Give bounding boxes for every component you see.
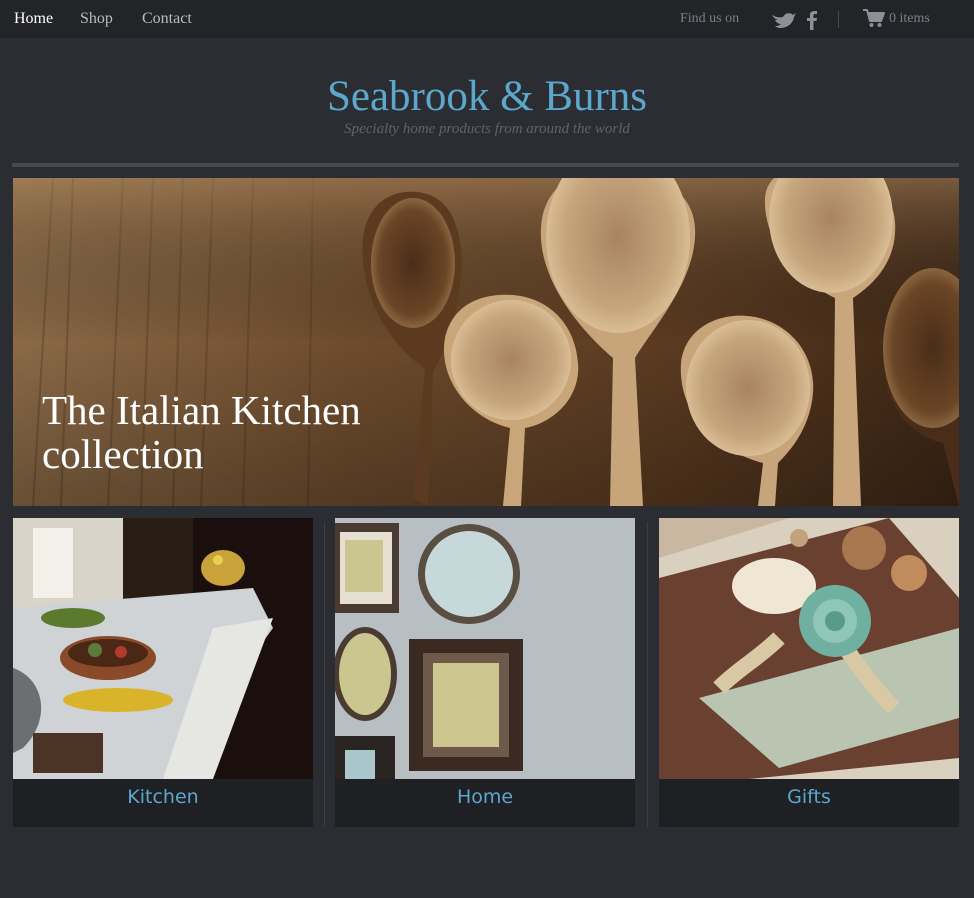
- category-label-kitchen[interactable]: Kitchen: [13, 786, 313, 808]
- category-tile-kitchen[interactable]: Kitchen: [13, 518, 313, 827]
- nav-link-shop[interactable]: Shop: [80, 10, 113, 28]
- find-us-label: Find us on: [680, 11, 740, 26]
- header-divider: [12, 163, 959, 167]
- home-thumbnail[interactable]: [335, 518, 635, 779]
- hero-banner[interactable]: The Italian Kitchen collection: [13, 178, 959, 506]
- tile-divider: [324, 522, 325, 827]
- kitchen-thumbnail[interactable]: [13, 518, 313, 779]
- category-tile-gifts[interactable]: Gifts: [659, 518, 959, 827]
- cart-item-count[interactable]: 0 items: [889, 11, 930, 27]
- gifts-thumbnail[interactable]: [659, 518, 959, 779]
- nav-link-home[interactable]: Home: [14, 10, 53, 28]
- site-title[interactable]: Seabrook & Burns: [0, 72, 974, 121]
- category-tile-home[interactable]: Home: [335, 518, 635, 827]
- hero-caption: The Italian Kitchen collection: [42, 387, 361, 477]
- category-label-home[interactable]: Home: [335, 786, 635, 808]
- tile-divider: [647, 522, 648, 827]
- top-nav-bar: Home Shop Contact Find us on 0 items: [0, 0, 974, 38]
- cart-icon[interactable]: [862, 7, 886, 34]
- facebook-icon[interactable]: [806, 9, 818, 36]
- category-label-gifts[interactable]: Gifts: [659, 786, 959, 808]
- site-tagline: Specialty home products from around the …: [344, 121, 630, 137]
- nav-link-contact[interactable]: Contact: [142, 10, 192, 28]
- twitter-icon[interactable]: [771, 9, 797, 36]
- nav-divider: [838, 11, 839, 28]
